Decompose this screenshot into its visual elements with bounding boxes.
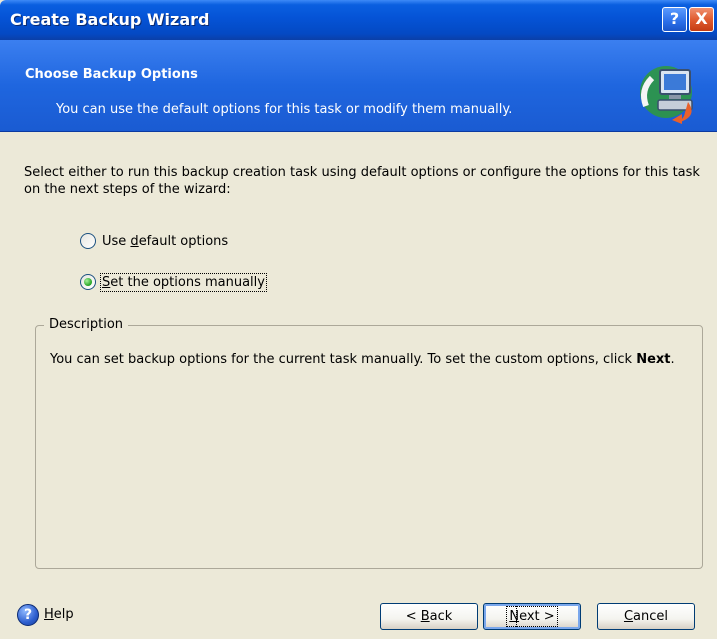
radio-button-unchecked[interactable] bbox=[80, 233, 96, 249]
step-title: Choose Backup Options bbox=[25, 67, 198, 82]
back-button[interactable]: < Back bbox=[380, 603, 478, 630]
help-link[interactable]: Help bbox=[44, 607, 74, 622]
title-bar[interactable]: Create Backup Wizard ? X bbox=[0, 0, 717, 40]
description-text: You can set backup options for the curre… bbox=[50, 352, 675, 367]
next-button[interactable]: Next > bbox=[483, 603, 581, 630]
intro-text: Select either to run this backup creatio… bbox=[24, 165, 700, 197]
question-icon: ? bbox=[669, 9, 680, 28]
step-subtitle: You can use the default options for this… bbox=[56, 102, 513, 117]
cancel-button[interactable]: Cancel bbox=[597, 603, 695, 630]
wizard-header: Choose Backup Options You can use the de… bbox=[0, 40, 717, 132]
help-icon[interactable]: ? bbox=[17, 604, 39, 626]
radio-button-checked[interactable] bbox=[80, 274, 96, 290]
titlebar-help-button[interactable]: ? bbox=[662, 7, 687, 32]
set-options-manually-radio[interactable]: Set the options manually bbox=[80, 271, 267, 293]
close-icon: X bbox=[695, 9, 708, 28]
use-default-options-radio[interactable]: Use default options bbox=[80, 230, 228, 252]
window-title: Create Backup Wizard bbox=[10, 10, 210, 29]
radio-label-manual[interactable]: Set the options manually bbox=[100, 272, 267, 292]
radio-label-default[interactable]: Use default options bbox=[102, 234, 228, 249]
backup-computer-icon bbox=[640, 66, 693, 124]
wizard-window: Create Backup Wizard ? X Choose Backup O… bbox=[0, 0, 717, 639]
description-legend: Description bbox=[44, 317, 129, 332]
close-button[interactable]: X bbox=[689, 7, 714, 32]
